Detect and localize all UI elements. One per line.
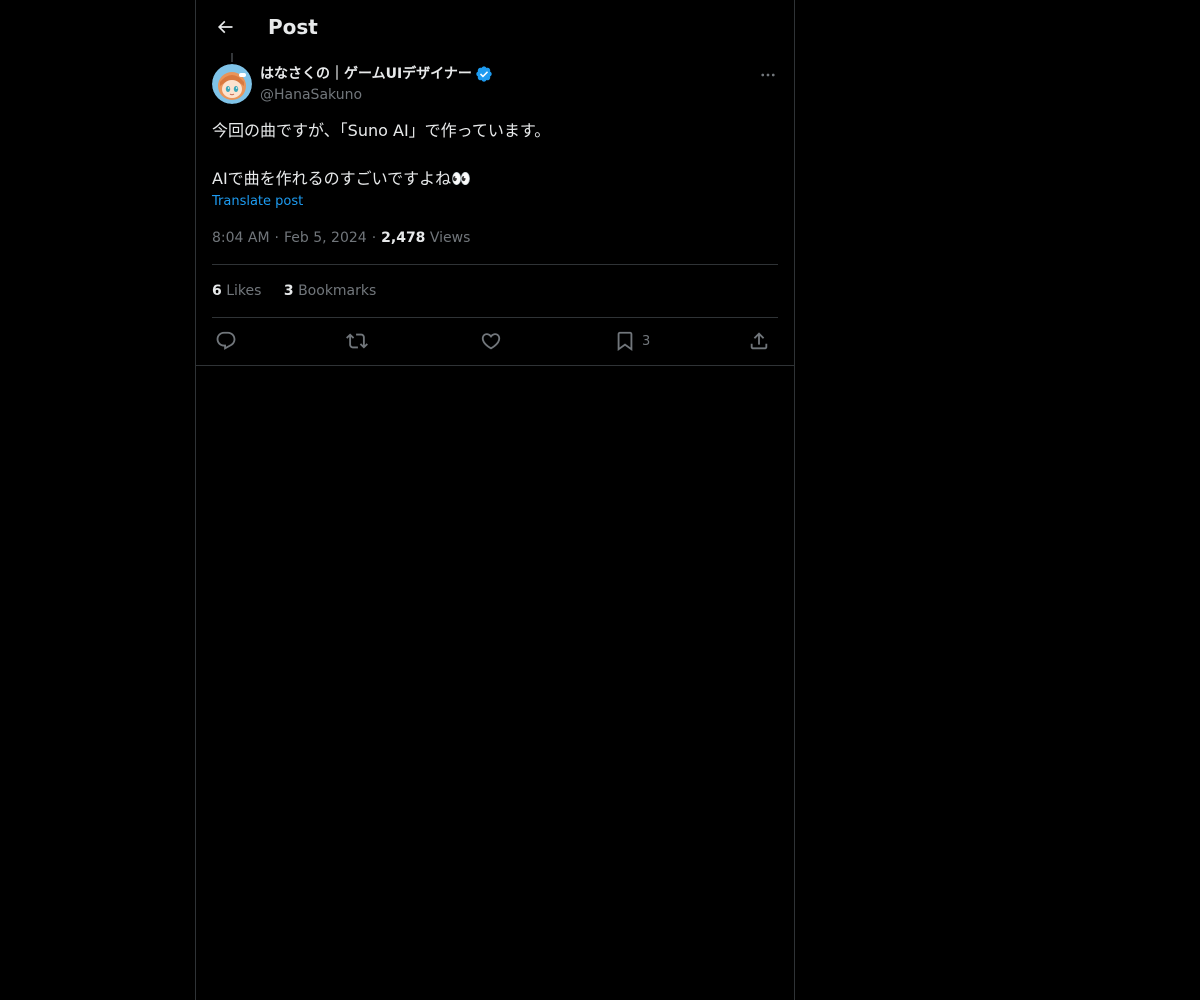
bookmark-icon xyxy=(617,331,633,352)
avatar-image xyxy=(212,64,252,104)
author-name-text: はなさくの｜ゲームUIデザイナー xyxy=(260,66,472,82)
heart-icon xyxy=(481,333,501,350)
repost-button[interactable] xyxy=(346,328,368,354)
bookmarks-stat[interactable]: 3 Bookmarks xyxy=(284,283,376,299)
share-button[interactable] xyxy=(748,328,770,354)
action-bar: 3 xyxy=(212,328,778,354)
thread-connector-line xyxy=(231,53,233,62)
post-text-line: AIで曲を作れるのすごいですよね👀 xyxy=(212,169,472,188)
post-text: 今回の曲ですが、「Suno AI」で作っています。 AIで曲を作れるのすごいです… xyxy=(212,119,778,191)
bookmark-button[interactable]: 3 xyxy=(614,328,650,354)
back-button[interactable] xyxy=(208,10,242,44)
likes-count: 6 xyxy=(212,283,222,299)
like-button[interactable] xyxy=(480,328,502,354)
post-metadata: 8:04 AM · Feb 5, 2024 · 2,478 Views xyxy=(212,228,470,248)
avatar[interactable] xyxy=(212,64,252,104)
bookmark-count: 3 xyxy=(642,333,651,349)
divider xyxy=(212,317,778,318)
post-header: Post xyxy=(196,0,794,53)
post-bottom-border xyxy=(196,365,794,366)
translate-post-link[interactable]: Translate post xyxy=(212,193,303,211)
more-horizontal-icon xyxy=(761,73,775,77)
post-detail-column: Post はなさくの｜ゲームUIデザイナー @HanaSakuno 今回の曲です… xyxy=(195,0,795,1000)
separator-dot: · xyxy=(371,230,377,246)
more-options-button[interactable] xyxy=(756,64,780,86)
separator-dot: · xyxy=(274,230,279,246)
verified-badge-icon xyxy=(476,66,492,82)
repost-icon xyxy=(346,333,368,349)
likes-label: Likes xyxy=(226,283,262,299)
author-handle[interactable]: @HanaSakuno xyxy=(260,85,362,105)
page-title: Post xyxy=(268,15,318,39)
share-icon xyxy=(750,332,768,350)
views-count: 2,478 xyxy=(381,230,426,246)
bookmarks-label: Bookmarks xyxy=(298,283,377,299)
reply-icon xyxy=(216,331,236,350)
arrow-left-icon xyxy=(217,20,233,34)
author-name[interactable]: はなさくの｜ゲームUIデザイナー xyxy=(260,64,493,84)
views-label: Views xyxy=(429,230,471,246)
post-text-line xyxy=(212,143,778,167)
post-date[interactable]: Feb 5, 2024 xyxy=(284,230,367,246)
bookmarks-count: 3 xyxy=(283,283,294,299)
post-text-line: 今回の曲ですが、「Suno AI」で作っています。 xyxy=(212,121,551,140)
reply-button[interactable] xyxy=(215,328,237,354)
post-stats: 6 Likes 3 Bookmarks xyxy=(212,281,394,301)
divider xyxy=(212,264,778,265)
likes-stat[interactable]: 6 Likes xyxy=(212,283,261,299)
post-time[interactable]: 8:04 AM xyxy=(212,230,270,246)
